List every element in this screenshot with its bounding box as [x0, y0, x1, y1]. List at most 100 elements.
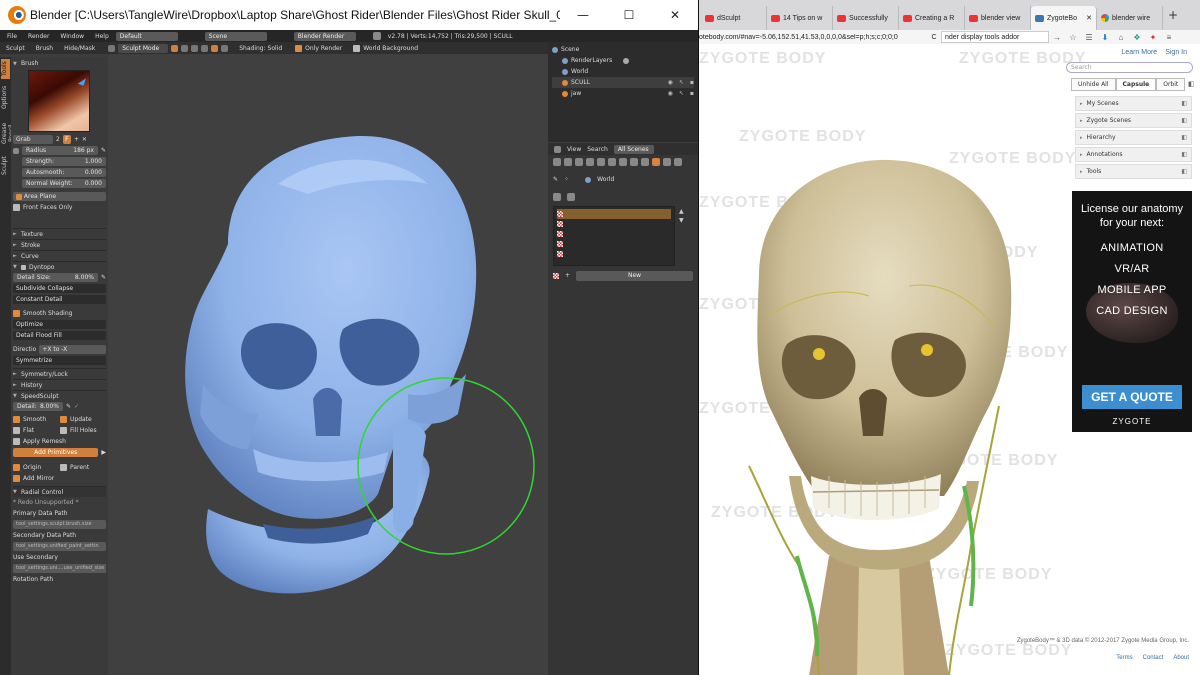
camera-view-icon[interactable]: ◧ — [1185, 78, 1197, 91]
brush-panel-header[interactable]: ▼ Brush — [13, 58, 106, 69]
smooth-checkbox[interactable] — [13, 416, 20, 423]
direction-select[interactable]: +X to -X — [39, 345, 106, 354]
camera-icon[interactable] — [623, 57, 630, 64]
render-engine-select[interactable]: Blender Render — [293, 31, 356, 41]
props-menu-search[interactable]: Search — [587, 146, 608, 153]
menu-hide-mask[interactable]: Hide/Mask — [60, 45, 99, 52]
physics-tab-icon[interactable] — [674, 157, 682, 166]
brush-name-field[interactable]: Grab — [13, 135, 53, 144]
origin-checkbox[interactable] — [13, 464, 20, 471]
texture-slot[interactable] — [557, 229, 671, 239]
layer-icon[interactable] — [211, 44, 219, 52]
jaw-visibility-eye-icon[interactable]: ◉ — [668, 90, 673, 97]
fill-holes-checkbox[interactable] — [60, 427, 67, 434]
jaw-select-arrow-icon[interactable]: ↖ — [679, 90, 684, 97]
unhide-all-button[interactable]: Unhide All — [1071, 78, 1116, 91]
get-a-quote-button[interactable]: GET A QUOTE — [1082, 385, 1182, 409]
accordion-hierarchy[interactable]: ▸ Hierarchy ◧ — [1075, 130, 1192, 145]
maximize-button[interactable]: ☐ — [606, 8, 652, 22]
add-mirror-checkbox[interactable] — [13, 475, 20, 482]
addon-icon[interactable]: ✦ — [1145, 33, 1161, 42]
menu-file[interactable]: File — [3, 33, 21, 40]
scenes-filter-select[interactable]: All Scenes — [613, 144, 654, 154]
modifiers-tab-icon[interactable] — [619, 157, 627, 166]
add-texture-icon[interactable]: + — [565, 272, 570, 279]
menu-window[interactable]: Window — [56, 33, 88, 40]
layers-tab-icon[interactable] — [564, 157, 572, 166]
use-secondary-field[interactable]: tool_settings.uni....use_unified_size — [13, 564, 106, 573]
autosmooth-slider[interactable]: Autosmooth: 0.000 — [22, 168, 106, 177]
primary-data-path-field[interactable]: tool_settings.sculpt.brush.size — [13, 520, 106, 529]
tab-sculpt[interactable]: Sculpt — [1, 155, 10, 177]
flat-checkbox[interactable] — [13, 427, 20, 434]
material-tab-icon[interactable] — [641, 157, 649, 166]
texture-panel-header[interactable]: ► Texture — [13, 228, 106, 239]
reload-button[interactable]: C — [927, 34, 941, 41]
menu-brush[interactable]: Brush — [32, 45, 57, 52]
sculpt-skull-model[interactable] — [108, 54, 548, 675]
object-tab-icon[interactable] — [597, 157, 605, 166]
tab-tools[interactable]: Tools — [1, 59, 10, 79]
screen-layout-select[interactable]: Default — [115, 31, 178, 41]
viewport-shading-icon[interactable] — [171, 44, 179, 52]
search-go-button[interactable]: → — [1049, 33, 1065, 42]
render-preview-icon[interactable] — [221, 44, 229, 52]
brush-preview-thumbnail[interactable] — [28, 70, 90, 132]
add-primitives-button[interactable]: Add Primitives — [13, 448, 99, 457]
close-button[interactable]: ✕ — [652, 8, 698, 22]
browser-tab[interactable]: dSculpt — [701, 6, 767, 30]
snap-icon[interactable] — [201, 44, 209, 52]
about-link[interactable]: About — [1173, 655, 1189, 661]
browser-tab-active[interactable]: ZygoteBo ✕ — [1031, 6, 1097, 30]
radius-pressure-icon[interactable]: ✎ — [101, 147, 106, 154]
browser-tab[interactable]: 14 Tips on w — [767, 6, 833, 30]
stroke-panel-header[interactable]: ► Stroke — [13, 239, 106, 250]
move-slot-up-icon[interactable]: ▲ — [679, 208, 684, 215]
3d-viewport[interactable] — [108, 54, 548, 675]
particles-tab-icon[interactable] — [663, 157, 671, 166]
curve-panel-header[interactable]: ► Curve — [13, 250, 106, 261]
strength-slider[interactable]: Strength: 1.000 — [22, 157, 106, 166]
pressure-icon[interactable] — [13, 147, 19, 154]
history-panel-header[interactable]: ► History — [13, 379, 106, 390]
anatomy-skull-model[interactable] — [709, 136, 1049, 675]
remove-brush-icon[interactable]: ✕ — [82, 136, 87, 143]
render-camera-icon[interactable]: ▪ — [690, 79, 694, 86]
browser-tab[interactable]: Creating a R — [899, 6, 965, 30]
texture-type-icon[interactable] — [553, 192, 561, 201]
camera-icon[interactable]: ◧ — [1181, 100, 1187, 107]
accordion-annotations[interactable]: ▸ Annotations ◧ — [1075, 147, 1192, 162]
radius-slider[interactable]: Radius 186 px — [22, 146, 98, 155]
orbit-button[interactable]: Orbit — [1156, 78, 1186, 91]
world-background-checkbox[interactable] — [353, 44, 361, 52]
dyntopo-checkbox[interactable] — [21, 264, 26, 270]
downloads-icon[interactable]: ⬇ — [1097, 33, 1113, 42]
texture-slot[interactable] — [557, 219, 671, 229]
pin-icon[interactable]: ✎ — [553, 176, 558, 183]
dyntopo-panel-header[interactable]: ▼ Dyntopo — [13, 261, 106, 272]
symmetry-lock-panel-header[interactable]: ► Symmetry/Lock — [13, 368, 106, 379]
outliner-row-scene[interactable]: Scene — [552, 44, 694, 55]
add-brush-icon[interactable]: + — [74, 136, 79, 143]
ss-eyedropper-icon[interactable]: ✎ — [66, 403, 71, 410]
outliner-row-jaw[interactable]: jaw ◉ ↖ ▪ — [552, 88, 694, 99]
close-tab-icon[interactable]: ✕ — [1086, 14, 1092, 22]
add-primitives-arrow-icon[interactable]: ▶ — [101, 449, 106, 456]
render-tab-icon[interactable] — [553, 157, 561, 166]
normal-weight-slider[interactable]: Normal Weight: 0.000 — [22, 179, 106, 188]
address-bar[interactable]: otebody.com/#nav=-5.06,152.51,41.53,0,0,… — [699, 34, 927, 41]
license-advertisement[interactable]: License our anatomy for your next: ANIMA… — [1072, 191, 1192, 432]
extension-icon[interactable]: ❖ — [1129, 33, 1145, 42]
manipulator-icon[interactable] — [191, 44, 199, 52]
learn-more-link[interactable]: Learn More — [1121, 49, 1157, 56]
parent-checkbox[interactable] — [60, 464, 67, 471]
camera-icon[interactable]: ◧ — [1181, 134, 1187, 141]
page-search-input[interactable]: Search — [1066, 62, 1193, 73]
capsule-button[interactable]: Capsule — [1115, 78, 1157, 91]
bookmark-star-icon[interactable]: ☆ — [1065, 33, 1081, 42]
mode-select[interactable]: Sculpt Mode — [118, 43, 169, 53]
editor-type-icon[interactable] — [554, 145, 561, 153]
scene-tab-icon[interactable] — [575, 157, 583, 166]
texture-slot[interactable] — [557, 239, 671, 249]
detail-flood-fill-button[interactable]: Detail Flood Fill — [13, 331, 106, 340]
